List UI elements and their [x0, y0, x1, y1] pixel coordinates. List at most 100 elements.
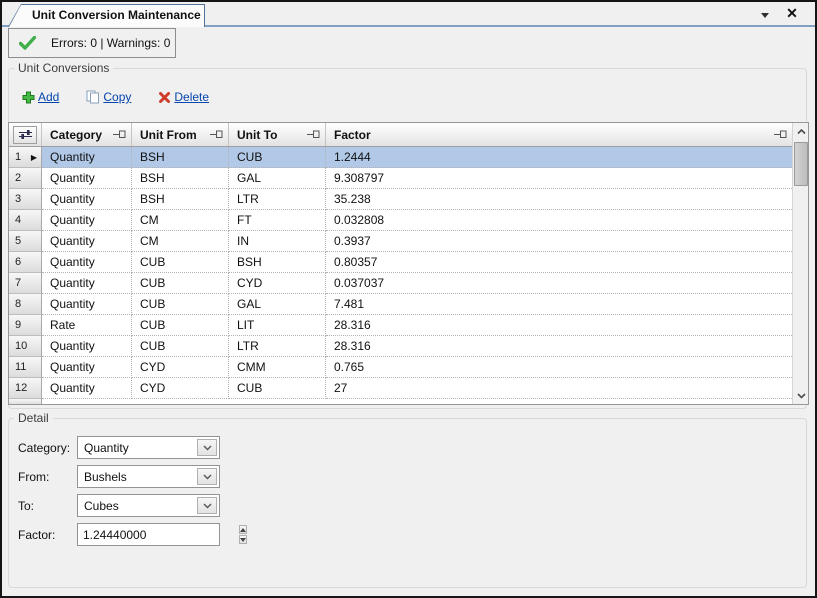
grid-row[interactable]: 11 ▶ Quantity CYD CMM 0.765 — [9, 357, 792, 378]
row-number-cell[interactable]: 4 ▶ — [9, 210, 42, 231]
cell-category[interactable]: Quantity — [42, 231, 132, 252]
row-number-cell[interactable]: 2 ▶ — [9, 168, 42, 189]
column-header-factor[interactable]: Factor — [326, 123, 792, 146]
row-number-cell[interactable]: 1 ▶ — [9, 147, 42, 168]
cell-factor[interactable]: 7.481 — [326, 294, 792, 315]
cell-unit-to[interactable]: LIT — [229, 315, 326, 336]
cell-unit-to[interactable]: CUB — [229, 147, 326, 168]
category-dropdown[interactable]: Quantity — [77, 436, 220, 459]
cell-unit-to[interactable]: BSH — [229, 252, 326, 273]
cell-unit-to[interactable]: LTR — [229, 189, 326, 210]
to-dropdown-button[interactable] — [197, 497, 217, 514]
cell-unit-from[interactable]: CUB — [132, 252, 229, 273]
vertical-scrollbar[interactable] — [792, 123, 808, 404]
pin-icon[interactable] — [113, 130, 126, 139]
grid-row[interactable]: 8 ▶ Quantity CUB GAL 7.481 — [9, 294, 792, 315]
grid-row[interactable]: 3 ▶ Quantity BSH LTR 35.238 — [9, 189, 792, 210]
cell-category[interactable]: Quantity — [42, 252, 132, 273]
category-dropdown-button[interactable] — [197, 439, 217, 456]
cell-category[interactable]: Quantity — [42, 147, 132, 168]
cell-category[interactable]: Quantity — [42, 273, 132, 294]
pin-icon[interactable] — [307, 130, 320, 139]
cell-factor[interactable]: 0.037037 — [326, 273, 792, 294]
cell-factor[interactable]: 0.80357 — [326, 252, 792, 273]
grid-row[interactable]: 10 ▶ Quantity CUB LTR 28.316 — [9, 336, 792, 357]
cell-unit-from[interactable]: CM — [132, 210, 229, 231]
cell-unit-to[interactable]: CMM — [229, 357, 326, 378]
cell-unit-from[interactable]: CUB — [132, 273, 229, 294]
cell-unit-to[interactable]: CUB — [229, 378, 326, 399]
cell-unit-from[interactable]: CUB — [132, 315, 229, 336]
cell-unit-from[interactable]: BSH — [132, 168, 229, 189]
pin-icon[interactable] — [774, 130, 787, 139]
scrollbar-thumb[interactable] — [794, 142, 808, 186]
close-button[interactable]: ✕ — [783, 4, 801, 22]
from-dropdown[interactable]: Bushels — [77, 465, 220, 488]
cell-unit-to[interactable]: LTR — [229, 336, 326, 357]
cell-category[interactable]: Rate — [42, 315, 132, 336]
scroll-down-button[interactable] — [793, 387, 809, 404]
row-number-cell[interactable]: 3 ▶ — [9, 189, 42, 210]
tab-unit-conversion-maintenance[interactable]: Unit Conversion Maintenance — [8, 4, 205, 27]
column-header-category[interactable]: Category — [42, 123, 132, 146]
spin-down-button[interactable] — [239, 535, 247, 544]
grid-row[interactable]: 12 ▶ Quantity CYD CUB 27 — [9, 378, 792, 399]
cell-unit-to[interactable]: GAL — [229, 168, 326, 189]
cell-unit-to[interactable]: GAL — [229, 294, 326, 315]
grid-row[interactable]: 9 ▶ Rate CUB LIT 28.316 — [9, 315, 792, 336]
grid-row[interactable]: 5 ▶ Quantity CM IN 0.3937 — [9, 231, 792, 252]
grid-row[interactable]: 7 ▶ Quantity CUB CYD 0.037037 — [9, 273, 792, 294]
from-dropdown-button[interactable] — [197, 468, 217, 485]
cell-factor[interactable]: 28.316 — [326, 336, 792, 357]
pin-icon[interactable] — [210, 130, 223, 139]
factor-spinner[interactable] — [77, 523, 220, 546]
cell-factor[interactable]: 28.316 — [326, 315, 792, 336]
cell-unit-from[interactable]: CYD — [132, 357, 229, 378]
row-number-cell[interactable]: 10 ▶ — [9, 336, 42, 357]
column-header-unit-from[interactable]: Unit From — [132, 123, 229, 146]
grid-row[interactable]: 6 ▶ Quantity CUB BSH 0.80357 — [9, 252, 792, 273]
cell-factor[interactable]: 0.765 — [326, 357, 792, 378]
cell-category[interactable]: Quantity — [42, 336, 132, 357]
cell-category[interactable]: Quantity — [42, 168, 132, 189]
cell-unit-from[interactable]: CYD — [132, 378, 229, 399]
cell-unit-to[interactable]: IN — [229, 231, 326, 252]
cell-factor[interactable]: 9.308797 — [326, 168, 792, 189]
grid-row[interactable]: 1 ▶ Quantity BSH CUB 1.2444 — [9, 147, 792, 168]
cell-category[interactable]: Quantity — [42, 357, 132, 378]
cell-category[interactable]: Quantity — [42, 378, 132, 399]
scroll-up-button[interactable] — [793, 123, 809, 140]
cell-category[interactable]: Quantity — [42, 294, 132, 315]
row-number-cell[interactable]: 11 ▶ — [9, 357, 42, 378]
grid-row[interactable]: 2 ▶ Quantity BSH GAL 9.308797 — [9, 168, 792, 189]
cell-factor[interactable]: 0.3937 — [326, 231, 792, 252]
cell-factor[interactable]: 0.032808 — [326, 210, 792, 231]
to-dropdown[interactable]: Cubes — [77, 494, 220, 517]
cell-unit-from[interactable]: CUB — [132, 336, 229, 357]
cell-unit-to[interactable]: FT — [229, 210, 326, 231]
cell-unit-from[interactable]: BSH — [132, 147, 229, 168]
column-header-unit-to[interactable]: Unit To — [229, 123, 326, 146]
row-number-cell[interactable]: 9 ▶ — [9, 315, 42, 336]
factor-input[interactable] — [78, 524, 238, 545]
window-menu-button[interactable] — [756, 6, 774, 24]
cell-unit-from[interactable]: BSH — [132, 189, 229, 210]
cell-category[interactable]: Quantity — [42, 189, 132, 210]
cell-factor[interactable]: 1.2444 — [326, 147, 792, 168]
grid-customize-button[interactable] — [13, 126, 37, 144]
cell-unit-from[interactable]: CM — [132, 231, 229, 252]
cell-factor[interactable]: 35.238 — [326, 189, 792, 210]
row-number-cell[interactable]: 7 ▶ — [9, 273, 42, 294]
delete-button[interactable]: Delete — [158, 90, 209, 104]
cell-factor[interactable]: 27 — [326, 378, 792, 399]
cell-unit-from[interactable]: CUB — [132, 294, 229, 315]
row-number-cell[interactable]: 5 ▶ — [9, 231, 42, 252]
cell-unit-to[interactable]: CYD — [229, 273, 326, 294]
grid-row[interactable]: 4 ▶ Quantity CM FT 0.032808 — [9, 210, 792, 231]
cell-category[interactable]: Quantity — [42, 210, 132, 231]
add-button[interactable]: Add — [22, 90, 59, 104]
row-number-cell[interactable]: 12 ▶ — [9, 378, 42, 399]
copy-button[interactable]: Copy — [86, 90, 131, 104]
spin-up-button[interactable] — [239, 525, 247, 534]
row-number-cell[interactable]: 6 ▶ — [9, 252, 42, 273]
